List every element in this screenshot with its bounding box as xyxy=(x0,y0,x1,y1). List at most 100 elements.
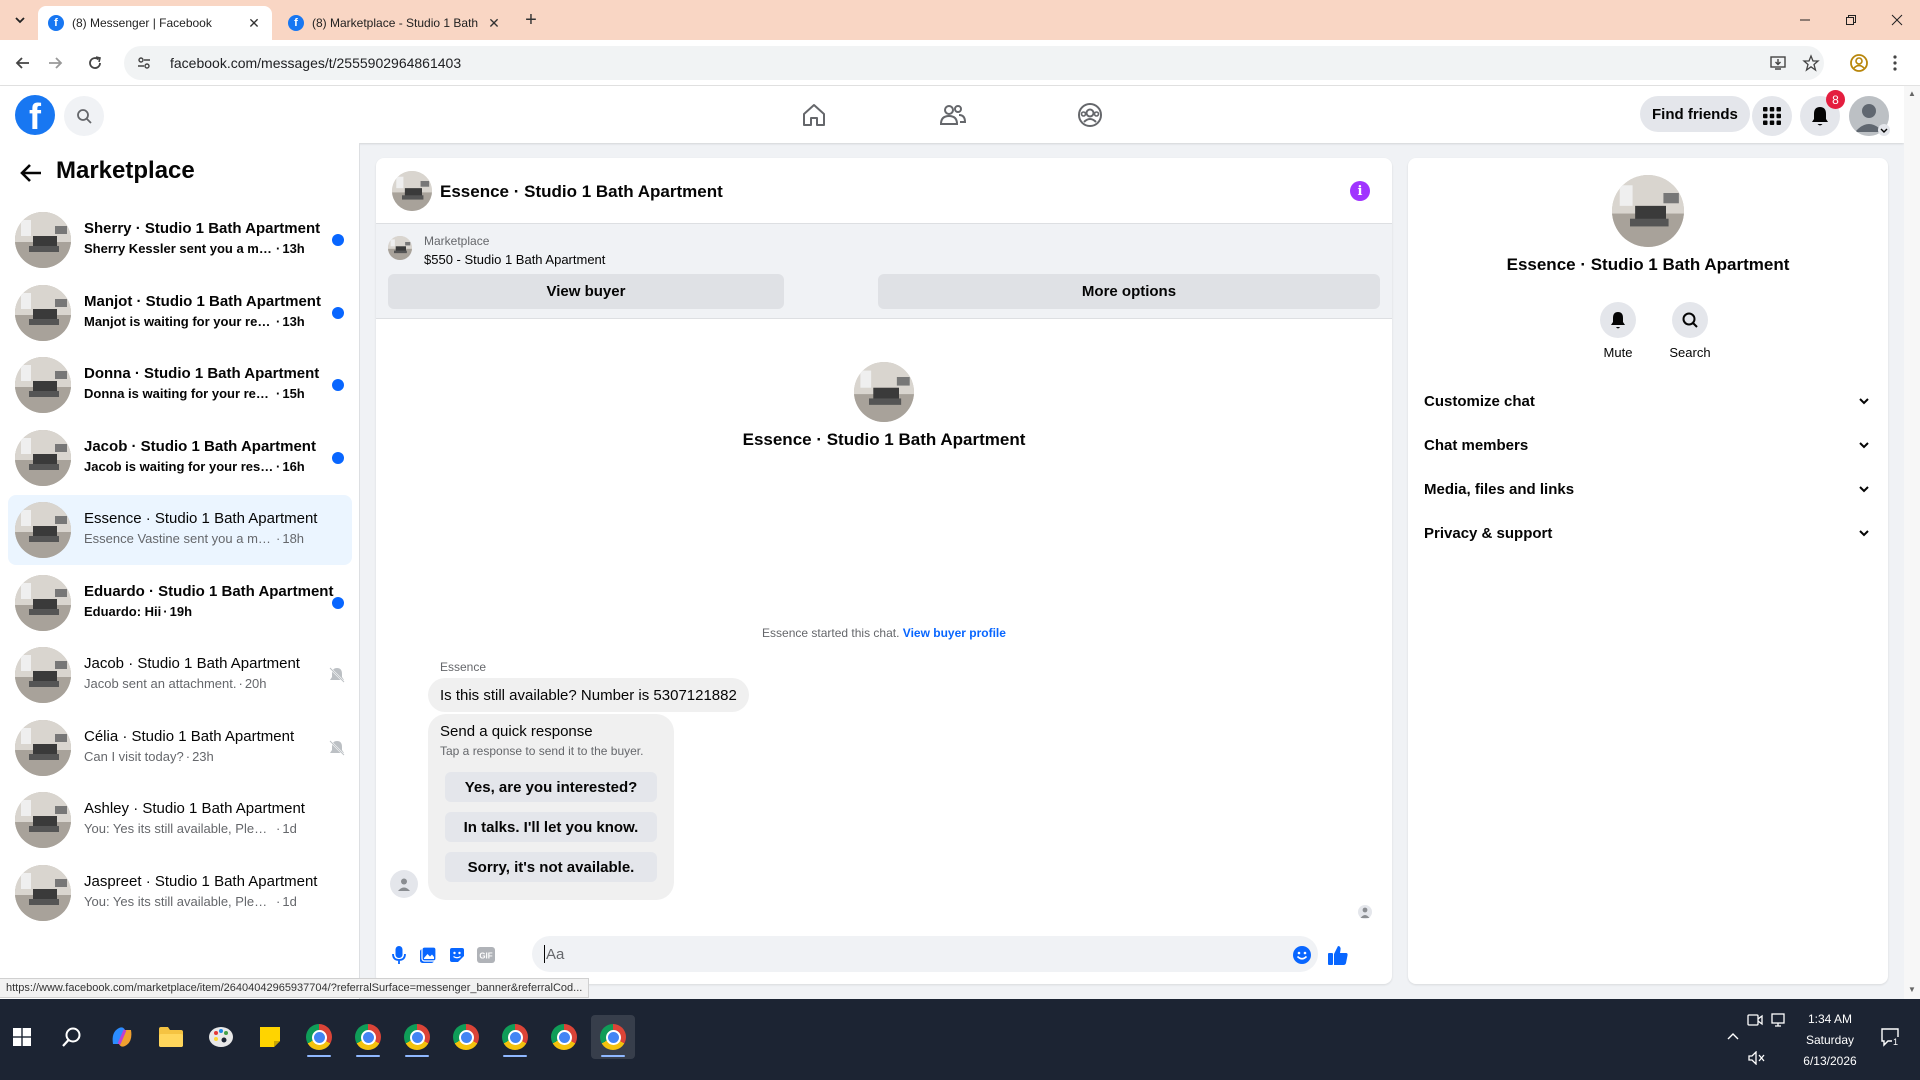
message-input[interactable]: Aa xyxy=(532,936,1318,972)
chrome-window-2[interactable] xyxy=(346,1015,390,1059)
chat-title[interactable]: Essence · Studio 1 Bath Apartment xyxy=(440,182,723,202)
windows-taskbar: 1:34 AM Saturday 6/13/2026 1 xyxy=(0,999,1920,1080)
send-like-button[interactable] xyxy=(1327,944,1349,966)
chrome-window-7[interactable] xyxy=(591,1015,635,1059)
conversation-snippet-row: You: Yes its still available, Please sen… xyxy=(84,821,322,836)
taskbar-search-button[interactable] xyxy=(50,1015,94,1059)
bookmark-button[interactable] xyxy=(1799,51,1823,75)
reload-button[interactable] xyxy=(83,51,107,75)
scroll-up-icon[interactable]: ▲ xyxy=(1908,90,1916,98)
chrome-window-3[interactable] xyxy=(395,1015,439,1059)
customize-chat-section[interactable]: Customize chat xyxy=(1416,381,1880,421)
install-app-button[interactable] xyxy=(1766,51,1790,75)
more-options-button[interactable]: More options xyxy=(878,274,1380,309)
conversation-item[interactable]: Jacob · Studio 1 Bath Apartment Jacob is … xyxy=(8,423,352,493)
facebook-favicon-icon: f xyxy=(48,15,64,31)
back-button[interactable] xyxy=(11,51,35,75)
volume-tray-icon[interactable] xyxy=(1748,1051,1766,1065)
chrome-window-4[interactable] xyxy=(444,1015,488,1059)
chat-members-section[interactable]: Chat members xyxy=(1416,425,1880,465)
show-hidden-icons-button[interactable] xyxy=(1726,1031,1740,1041)
conversation-item[interactable]: Jaspreet · Studio 1 Bath Apartment You: Y… xyxy=(8,858,352,928)
gif-button[interactable]: GIF xyxy=(475,944,497,966)
back-button[interactable] xyxy=(18,160,44,186)
listing-thumbnail[interactable] xyxy=(388,236,412,260)
media-files-links-section[interactable]: Media, files and links xyxy=(1416,469,1880,509)
minimize-button[interactable] xyxy=(1782,0,1828,40)
nav-friends[interactable] xyxy=(937,99,969,131)
page-scrollbar[interactable]: ▲ ▼ xyxy=(1904,86,1920,999)
chevron-down-icon[interactable] xyxy=(1878,124,1890,136)
quick-response-option[interactable]: In talks. I'll let you know. xyxy=(445,812,657,842)
facebook-search-button[interactable] xyxy=(64,96,104,136)
quick-response-option[interactable]: Sorry, it's not available. xyxy=(445,852,657,882)
copilot-app[interactable] xyxy=(100,1015,144,1059)
nav-home[interactable] xyxy=(798,99,830,131)
chrome-window-1[interactable] xyxy=(297,1015,341,1059)
search-action[interactable]: Search xyxy=(1660,302,1720,360)
nav-groups[interactable] xyxy=(1074,99,1106,131)
message-bubble[interactable]: Is this still available? Number is 53071… xyxy=(428,678,749,712)
file-explorer-app[interactable] xyxy=(149,1015,193,1059)
conversation-item[interactable]: Ashley · Studio 1 Bath Apartment You: Yes… xyxy=(8,785,352,855)
scroll-down-icon[interactable]: ▼ xyxy=(1908,986,1916,994)
chevron-down-icon xyxy=(15,17,25,24)
chat-avatar[interactable] xyxy=(392,171,432,211)
notification-badge: 8 xyxy=(1826,90,1845,109)
paint-app[interactable] xyxy=(199,1015,243,1059)
new-tab-button[interactable]: + xyxy=(519,8,543,32)
taskbar-clock[interactable]: 1:34 AM Saturday 6/13/2026 xyxy=(1780,1009,1880,1072)
notification-center-button[interactable]: 1 xyxy=(1880,1027,1900,1047)
site-settings-icon[interactable] xyxy=(136,55,152,71)
conversation-avatar xyxy=(15,792,71,848)
search-in-chat-button[interactable] xyxy=(1672,302,1708,338)
forward-button[interactable] xyxy=(43,51,67,75)
find-friends-button[interactable]: Find friends xyxy=(1640,96,1750,132)
chrome-window-5[interactable] xyxy=(493,1015,537,1059)
conversation-time: 19h xyxy=(169,603,193,619)
close-icon[interactable]: ✕ xyxy=(246,15,262,31)
conversation-item[interactable]: Essence · Studio 1 Bath Apartment Essence… xyxy=(8,495,352,565)
restore-button[interactable] xyxy=(1828,0,1874,40)
mute-button[interactable] xyxy=(1600,302,1636,338)
mute-action[interactable]: Mute xyxy=(1588,302,1648,360)
tab-search-menu[interactable] xyxy=(9,9,31,31)
conversation-item[interactable]: Manjot · Studio 1 Bath Apartment Manjot i… xyxy=(8,278,352,348)
emoji-button[interactable] xyxy=(1291,944,1313,966)
conversation-snippet: You: Yes its still available, Please sen… xyxy=(84,821,274,836)
meet-now-tray-icon[interactable] xyxy=(1747,1013,1763,1027)
facebook-logo-icon[interactable]: f xyxy=(15,95,55,135)
conversation-item[interactable]: Eduardo · Studio 1 Bath Apartment Eduardo… xyxy=(8,568,352,638)
details-avatar[interactable] xyxy=(1612,175,1684,247)
conversation-item[interactable]: Célia · Studio 1 Bath Apartment Can I vis… xyxy=(8,713,352,783)
quick-response-option[interactable]: Yes, are you interested? xyxy=(445,772,657,802)
conversation-name: Célia · Studio 1 Bath Apartment xyxy=(84,727,295,745)
view-buyer-profile-link[interactable]: View buyer profile xyxy=(903,626,1006,640)
conversation-item[interactable]: Jacob · Studio 1 Bath Apartment Jacob sen… xyxy=(8,640,352,710)
menu-button[interactable] xyxy=(1752,96,1792,136)
chrome-window-6[interactable] xyxy=(542,1015,586,1059)
view-buyer-button[interactable]: View buyer xyxy=(388,274,784,309)
attach-photo-button[interactable] xyxy=(417,944,439,966)
privacy-support-section[interactable]: Privacy & support xyxy=(1416,513,1880,553)
sticker-button[interactable] xyxy=(446,944,468,966)
photo-icon xyxy=(420,946,437,963)
listing-title[interactable]: $550 - Studio 1 Bath Apartment xyxy=(424,252,605,267)
voice-clip-button[interactable] xyxy=(388,944,410,966)
sticky-notes-app[interactable] xyxy=(248,1015,292,1059)
info-icon[interactable]: i xyxy=(1350,181,1370,201)
address-bar[interactable]: facebook.com/messages/t/2555902964861403 xyxy=(124,46,1824,80)
browser-menu-button[interactable] xyxy=(1883,51,1907,75)
start-button[interactable] xyxy=(0,1015,44,1059)
tab-marketplace[interactable]: f (8) Marketplace - Studio 1 Bath ✕ xyxy=(278,6,512,40)
conversation-avatar xyxy=(15,429,71,486)
speaker-muted-icon xyxy=(1748,1051,1765,1065)
tab-messenger[interactable]: f (8) Messenger | Facebook ✕ xyxy=(38,6,272,40)
close-icon[interactable]: ✕ xyxy=(486,15,502,31)
conversation-item[interactable]: Sherry · Studio 1 Bath Apartment Sherry K… xyxy=(8,205,352,275)
conversation-avatar xyxy=(15,212,71,268)
close-window-button[interactable] xyxy=(1874,0,1920,40)
conversation-item[interactable]: Donna · Studio 1 Bath Apartment Donna is … xyxy=(8,350,352,420)
apartment-photo-icon xyxy=(15,212,71,268)
profile-button[interactable] xyxy=(1847,51,1871,75)
